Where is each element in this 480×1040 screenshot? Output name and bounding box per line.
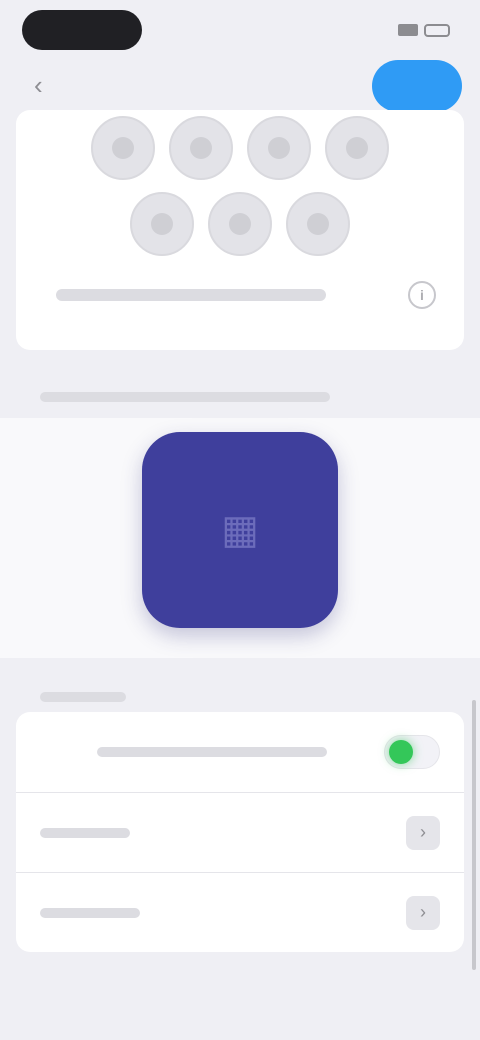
avatar-row	[16, 116, 464, 180]
avatar[interactable]	[286, 192, 350, 256]
avatar-picker-card: i	[16, 110, 464, 350]
avatar-caption-row: i	[56, 280, 436, 310]
image-icon: ▦	[221, 508, 259, 552]
battery-icon	[424, 23, 450, 37]
chevron-right-icon[interactable]: ›	[406, 815, 440, 850]
done-button[interactable]	[372, 60, 462, 112]
setting-label-placeholder	[97, 747, 327, 757]
person-icon	[112, 137, 134, 159]
person-icon	[151, 213, 173, 235]
setting-label-placeholder	[40, 827, 130, 838]
preview-tile[interactable]: ▦	[142, 432, 338, 628]
person-icon	[268, 137, 290, 159]
person-icon	[229, 213, 251, 235]
avatar-row	[16, 192, 464, 256]
status-time-pill	[22, 10, 142, 50]
status-icons	[398, 22, 450, 38]
person-icon	[307, 213, 329, 235]
status-bar	[0, 0, 480, 60]
picture-section-label-placeholder	[40, 392, 330, 402]
avatar[interactable]	[130, 192, 194, 256]
avatar[interactable]	[208, 192, 272, 256]
setting-row[interactable]: ›	[16, 792, 464, 872]
preview-card: ▦	[0, 418, 480, 658]
setting-toggle[interactable]	[384, 735, 440, 769]
chevron-left-icon[interactable]: ‹	[34, 70, 43, 101]
setting-label-placeholder	[40, 907, 140, 918]
person-icon	[190, 137, 212, 159]
toggle-knob	[389, 740, 413, 764]
info-icon[interactable]: i	[408, 281, 436, 309]
avatar-caption	[56, 289, 326, 301]
navigation-bar: ‹	[0, 56, 480, 116]
options-section-label-placeholder	[40, 692, 126, 702]
avatar[interactable]	[325, 116, 389, 180]
avatar[interactable]	[169, 116, 233, 180]
avatar[interactable]	[91, 116, 155, 180]
settings-card: › ›	[16, 712, 464, 952]
setting-row-toggle[interactable]	[16, 712, 464, 792]
chevron-right-icon[interactable]: ›	[406, 895, 440, 930]
setting-row[interactable]: ›	[16, 872, 464, 952]
scrollbar[interactable]	[472, 700, 476, 970]
person-icon	[346, 137, 368, 159]
signal-icon	[398, 24, 418, 36]
avatar[interactable]	[247, 116, 311, 180]
